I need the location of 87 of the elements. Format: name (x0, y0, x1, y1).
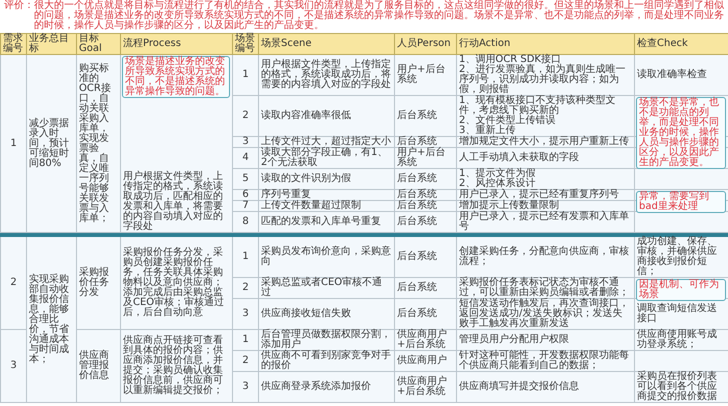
column-header: 检查Check (634, 34, 728, 54)
action-step: 短信发送动作触发后，再次查询接口，返回发送成功/发送失败标识；发送失败手工触发再次重新发送 (459, 299, 632, 329)
table-cell: 后台系统 (394, 136, 456, 148)
comment-title: 评价： (4, 1, 34, 13)
check-text: 供应商使用账号成功登录系统； (637, 329, 717, 350)
table-cell: 5 (232, 168, 258, 190)
column-header: 人员Person (394, 34, 456, 54)
comment-callout: 异常，需要写到bad里来处理 (636, 191, 726, 213)
table-cell: 供应商用户+后台系统 (394, 372, 456, 402)
action-step: 2、文件类型上传错误 (459, 116, 632, 126)
goal-text: 供应商管理报价信息 (79, 350, 109, 381)
column-header: 流程Process (120, 34, 232, 54)
table-cell: 匹配的发票和入库单号重复 (258, 212, 394, 232)
column-header: 目标Goal (76, 34, 120, 54)
table-cell: 1 (0, 54, 26, 232)
comment-callout: 场景不是异常，也不是功能点的列举，而是处理不同业务的时候，操作人员与操作步骤的区分，以及因此产生的产品变更。 (636, 97, 726, 169)
comment-callout: 场景是描述业务的改变所导致系统实现方式的不同，不是描述系统的异常操作导致的问题。 (122, 56, 230, 98)
table-cell: 3 (232, 372, 258, 402)
table-cell: 采购员发布询价意向，采购意向 (258, 236, 394, 278)
table-cell: 用户+后台系统 (394, 54, 456, 96)
action-step: 创建采购任务，分配意向供应商，审核流程； (459, 247, 632, 267)
column-header: 场景编号 (232, 34, 258, 54)
column-header: 行动Action (456, 34, 634, 54)
action-step: 供应商填写并提交报价信息 (459, 382, 632, 392)
table-cell: 读取内容准确率很低 (258, 96, 394, 136)
column-header: 业务总目标 (26, 34, 76, 54)
table-cell: 后台系统 (394, 278, 456, 298)
check-text: 成功创建、保存、审核，并确保供应商接收到报价短信； (637, 236, 717, 277)
table-cell: 供应商用户 (394, 350, 456, 372)
table-cell: 采购总监或者CEO审核不通过 (258, 278, 394, 298)
action-step: 3、重新上传 (459, 126, 632, 136)
action-step: 管理员用户分配用户权限 (459, 335, 632, 345)
action-step: 针对这种可能性，开发数据权限功能每个供应商只能看到自己的数据； (459, 351, 632, 371)
table-cell: 上传文件过大，超过指定大小 (258, 136, 394, 148)
column-header: 场景Scene (258, 34, 394, 54)
table-cell: 供应商用户+后台系统 (394, 330, 456, 350)
table-cell: 1 (232, 54, 258, 96)
table-cell: 供应商不可看到别家竞争对手的报价 (258, 350, 394, 372)
table-cell: 2 (232, 278, 258, 298)
table-cell: 后台系统 (394, 298, 456, 330)
action-step: 用户已录入，提示已经有发票和入库单号 (459, 212, 632, 232)
table-cell: 后台管理员做数据权限分割，添加用户 (258, 330, 394, 350)
comment-callout: 因是机制、可作为场景 (636, 279, 726, 301)
business-goal-text: 减少票据录入时间，预计可缩短时间80% (29, 118, 69, 168)
table-cell: 2 (232, 350, 258, 372)
process-text: 供应商点开链接可查看到具体的报价内容；供应商添加报价信息，并提交；采购员确认收集报价信息前，供应商可以重新编辑提交报价； (123, 335, 223, 396)
table-cell: 3 (0, 330, 26, 402)
table-cell: 后台系统 (394, 200, 456, 212)
table-cell: 1 (232, 236, 258, 278)
goal-text: 采购报价任务分发 (79, 267, 109, 298)
table-cell: 8 (232, 212, 258, 232)
table-cell: 用户根据文件类型，上传指定的格式，系统读取成功后，将需要的内容填入对应的字段处 (258, 54, 394, 96)
table-cell: 上传文件数量超过限制 (258, 200, 394, 212)
check-text: 采购员在报价列表可以看到各个供应商提交的报价数据 (637, 371, 717, 402)
table-cell: 1 (232, 330, 258, 350)
table-cell: 序列号重复 (258, 190, 394, 200)
table-cell: 后台系统 (394, 96, 456, 136)
process-text: 采购报价任务分发，采购员创建采购报价任务，任务关联具体采购物料以及意向供应商；添加完成后由采购总监及CEO审核；审核通过后，后台自动向意 (123, 247, 224, 318)
process-text: 用户根据文件类型，上传指定的格式，系统读取成功后，匹配相应的发票和入库单，将需要的内容自动填入对应的字段处 (123, 171, 223, 232)
action-step: 用户已录入，提示已经有重复序列号 (459, 190, 632, 200)
action-step: 增加提示上传数量限制 (459, 201, 632, 211)
table-cell: 后台系统 (394, 190, 456, 200)
table-cell: 供应商接收短信失败 (258, 298, 394, 330)
goal-text: 购买标准的OCR接口，自动关联采购入库单，实现发票验真，自定义唯一序列号能够关联发票与入库单； (79, 62, 111, 224)
action-step: 2、进行发票验真，如为真则生成唯一序列号，识别成功并读取内容；如为假，则报错 (459, 65, 632, 95)
table-cell: 3 (232, 298, 258, 330)
check-text: 读取准确率检查 (637, 69, 707, 80)
table-cell: 后台系统 (394, 236, 456, 278)
action-step: 1、现有模板接口不支持该种类型文件，考虑线下购买新的 (459, 96, 632, 116)
table-cell: 4 (232, 148, 258, 168)
table-cell: 读取的文件识别为假 (258, 168, 394, 190)
table-cell: 2 (0, 236, 26, 330)
table-cell: 后台系统 (394, 212, 456, 232)
table-cell: 读取大部分字段正确，有1、2个无法获取 (258, 148, 394, 168)
action-step: 1、提示文件为假 (459, 169, 632, 179)
table-cell: 供应商登录系统添加报价 (258, 372, 394, 402)
table-cell: 用户+后台系统 (394, 148, 456, 168)
action-step: 1、调用OCR SDK接口 (459, 55, 632, 65)
action-step: 采购报价任务表标记状态为审核不通过，可以重新由采购员编辑或者删除； (459, 278, 632, 298)
business-goal-text: 实现采购部自动收集报价信息，能够合理比价，节省沟通成本与时间成本； (29, 274, 69, 364)
check-text: 调取查询短信发送接口 (637, 303, 717, 324)
action-step: 人工手动填入未获取的字段 (459, 153, 632, 163)
action-step: 增加规定文件大小，提示用户重新上传 (459, 137, 632, 147)
table-cell: 后台系统 (394, 168, 456, 190)
column-header: 需求编号 (0, 34, 26, 54)
action-step: 2、风控体系设计 (459, 179, 632, 189)
table-cell: 2 (232, 96, 258, 136)
